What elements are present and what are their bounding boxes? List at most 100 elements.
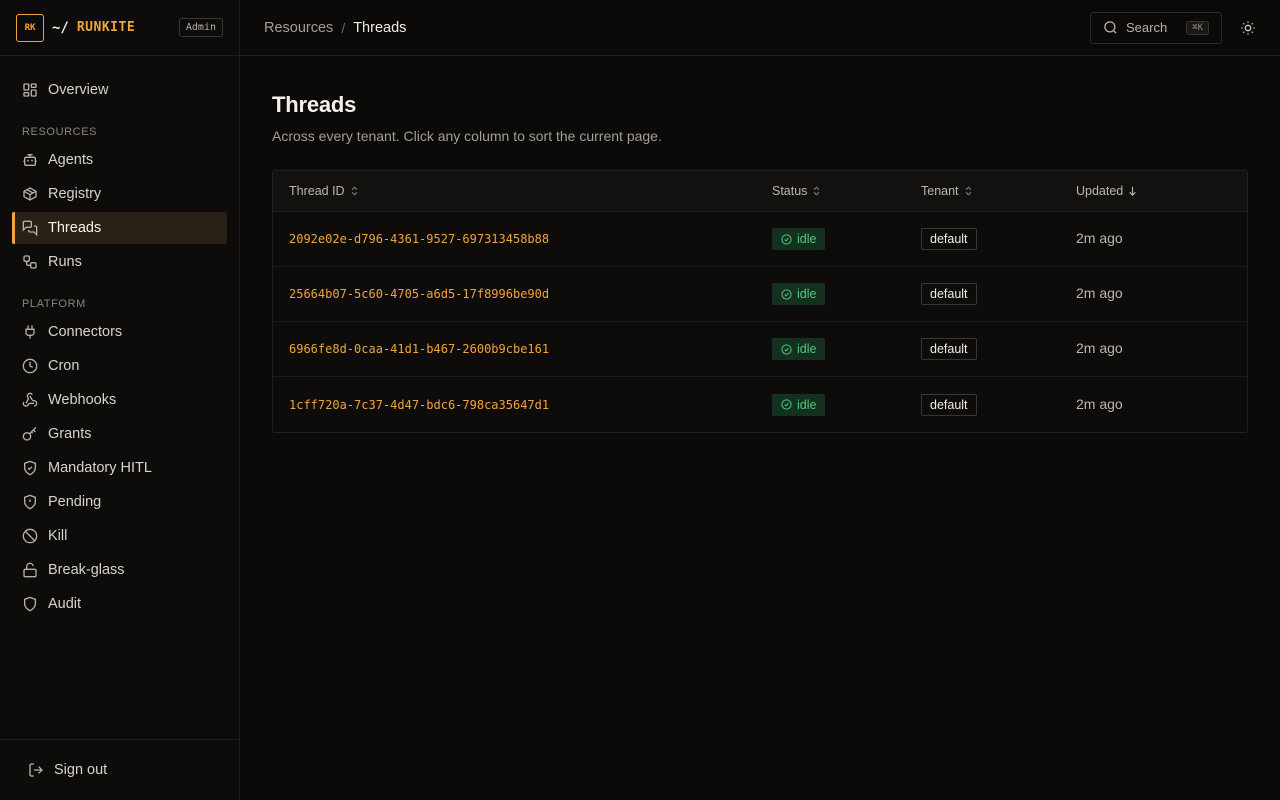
lock-open-icon	[22, 562, 38, 578]
thread-id-link[interactable]: 1cff720a-7c37-4d47-bdc6-798ca35647d1	[289, 398, 549, 412]
topbar: Resources / Threads Search ⌘K	[240, 0, 1280, 56]
status-label: idle	[797, 397, 817, 412]
sidebar-item-label: Registry	[48, 186, 102, 202]
column-header-status[interactable]: Status	[772, 184, 921, 198]
theme-toggle-sun-icon[interactable]	[1240, 20, 1256, 36]
tenant-badge: default	[921, 283, 977, 305]
sidebar-item-label: Connectors	[48, 324, 123, 340]
clock-icon	[22, 358, 38, 374]
shield-icon	[22, 596, 38, 612]
updated-time: 2m ago	[1076, 340, 1123, 356]
check-circle-icon	[781, 233, 792, 245]
sidebar-item-label: Pending	[48, 494, 102, 510]
webhook-icon	[22, 392, 38, 408]
sidebar-item-label: Cron	[48, 358, 80, 374]
bot-icon	[22, 152, 38, 168]
tenant-badge: default	[921, 228, 977, 250]
sidebar-item-kill[interactable]: Kill	[12, 520, 227, 552]
sign-out-button[interactable]: Sign out	[0, 739, 239, 800]
sort-both-icon	[812, 186, 821, 196]
sidebar-item-runs[interactable]: Runs	[12, 246, 227, 278]
tenant-badge: default	[921, 338, 977, 360]
status-badge: idle	[772, 393, 826, 416]
table-header: Thread ID Status Tenant Updated	[273, 171, 1247, 212]
log-out-icon	[28, 762, 44, 778]
tenant-badge: default	[921, 393, 977, 416]
check-circle-icon	[781, 343, 792, 355]
sidebar-item-connectors[interactable]: Connectors	[12, 316, 227, 348]
column-header-updated[interactable]: Updated	[1076, 184, 1247, 198]
table-row[interactable]: 25664b07-5c60-4705-a6d5-17f8996be90d idl…	[273, 267, 1247, 322]
sidebar-item-threads[interactable]: Threads	[12, 212, 227, 244]
breadcrumb: Resources / Threads	[264, 20, 406, 36]
search-shortcut: ⌘K	[1186, 20, 1209, 35]
sidebar-item-label: Break-glass	[48, 562, 125, 578]
main-area: Resources / Threads Search ⌘K Threads Ac…	[240, 0, 1280, 800]
section-heading-platform: PLATFORM	[22, 298, 86, 310]
logo[interactable]: RK	[16, 13, 44, 42]
ban-icon	[22, 528, 38, 544]
sidebar-item-pending[interactable]: Pending	[12, 486, 227, 518]
search-button[interactable]: Search ⌘K	[1090, 11, 1222, 44]
package-icon	[22, 186, 38, 202]
sidebar-item-grants[interactable]: Grants	[12, 418, 227, 450]
column-label: Status	[772, 184, 808, 198]
updated-time: 2m ago	[1076, 230, 1123, 246]
table-row[interactable]: 2092e02e-d796-4361-9527-697313458b88 idl…	[273, 212, 1247, 267]
sidebar-item-audit[interactable]: Audit	[12, 588, 227, 620]
sidebar-item-overview[interactable]: Overview	[12, 74, 227, 106]
page-title: Threads	[272, 92, 357, 117]
column-label: Thread ID	[289, 184, 345, 198]
column-label: Tenant	[921, 184, 959, 198]
dashboard-icon	[22, 82, 38, 98]
role-badge: Admin	[178, 18, 223, 37]
sidebar-item-agents[interactable]: Agents	[12, 144, 227, 176]
column-header-thread-id[interactable]: Thread ID	[273, 184, 772, 198]
brand-name: RUNKITE	[76, 20, 136, 35]
status-label: idle	[797, 232, 817, 246]
sidebar-item-registry[interactable]: Registry	[12, 178, 227, 210]
breadcrumb-resources[interactable]: Resources	[264, 20, 333, 36]
messages-icon	[22, 220, 38, 236]
page-subtitle: Across every tenant. Click any column to…	[272, 128, 662, 144]
section-heading-resources: RESOURCES	[22, 126, 98, 138]
sidebar-nav: Overview RESOURCES Agents Registry Threa…	[0, 56, 239, 622]
breadcrumb-separator: /	[341, 19, 346, 36]
sort-desc-icon	[1128, 186, 1137, 196]
sort-both-icon	[350, 186, 359, 196]
sidebar-item-label: Runs	[48, 254, 82, 270]
brand-prefix: ~/	[52, 19, 69, 36]
sort-both-icon	[964, 186, 973, 196]
thread-id-link[interactable]: 6966fe8d-0caa-41d1-b467-2600b9cbe161	[289, 342, 549, 356]
sidebar-item-mandatory-hitl[interactable]: Mandatory HITL	[12, 452, 227, 484]
status-badge: idle	[772, 228, 826, 250]
table-row[interactable]: 6966fe8d-0caa-41d1-b467-2600b9cbe161 idl…	[273, 322, 1247, 377]
shield-check-icon	[22, 460, 38, 476]
page-content: Threads Across every tenant. Click any c…	[240, 56, 1280, 433]
column-label: Updated	[1076, 184, 1124, 198]
brand: RK ~/ RUNKITE Admin	[0, 0, 239, 56]
status-badge: idle	[772, 338, 826, 360]
search-label: Search	[1126, 20, 1168, 35]
thread-id-link[interactable]: 2092e02e-d796-4361-9527-697313458b88	[289, 232, 549, 246]
sidebar-item-webhooks[interactable]: Webhooks	[12, 384, 227, 416]
sidebar-item-break-glass[interactable]: Break-glass	[12, 554, 227, 586]
threads-table: Thread ID Status Tenant Updated 2092e02e…	[272, 170, 1248, 433]
check-circle-icon	[781, 288, 792, 300]
sidebar-item-label: Overview	[48, 82, 109, 98]
plug-icon	[22, 324, 38, 340]
sidebar-item-label: Mandatory HITL	[48, 460, 152, 476]
sidebar-item-label: Grants	[48, 426, 92, 442]
key-icon	[22, 426, 38, 442]
check-circle-icon	[781, 399, 792, 410]
thread-id-link[interactable]: 25664b07-5c60-4705-a6d5-17f8996be90d	[289, 287, 549, 301]
sidebar-item-label: Webhooks	[48, 392, 117, 408]
updated-time: 2m ago	[1076, 395, 1123, 412]
status-label: idle	[797, 342, 817, 356]
table-row[interactable]: 1cff720a-7c37-4d47-bdc6-798ca35647d1 idl…	[273, 377, 1247, 432]
sidebar-item-label: Threads	[48, 220, 102, 236]
shield-alert-icon	[22, 494, 38, 510]
sidebar-item-label: Kill	[48, 528, 68, 544]
column-header-tenant[interactable]: Tenant	[921, 184, 1076, 198]
sidebar-item-cron[interactable]: Cron	[12, 350, 227, 382]
